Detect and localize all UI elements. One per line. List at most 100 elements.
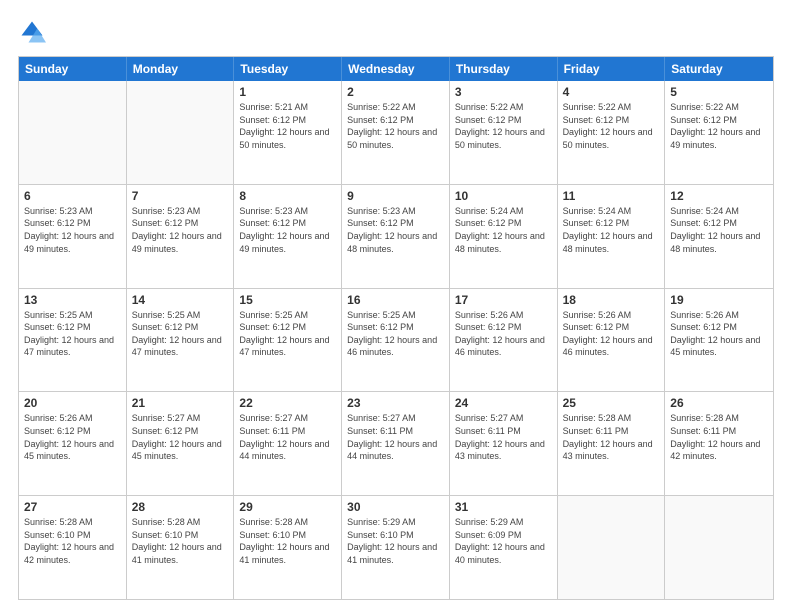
header [18,18,774,46]
day-info: Sunrise: 5:23 AMSunset: 6:12 PMDaylight:… [239,205,336,255]
cal-cell-27: 27 Sunrise: 5:28 AMSunset: 6:10 PMDayligh… [19,496,127,599]
cal-cell-23: 23 Sunrise: 5:27 AMSunset: 6:11 PMDayligh… [342,392,450,495]
day-number: 19 [670,293,768,307]
day-number: 21 [132,396,229,410]
day-info: Sunrise: 5:22 AMSunset: 6:12 PMDaylight:… [455,101,552,151]
cal-cell-empty-00 [19,81,127,184]
day-info: Sunrise: 5:23 AMSunset: 6:12 PMDaylight:… [132,205,229,255]
day-number: 11 [563,189,660,203]
day-info: Sunrise: 5:22 AMSunset: 6:12 PMDaylight:… [347,101,444,151]
cal-cell-21: 21 Sunrise: 5:27 AMSunset: 6:12 PMDayligh… [127,392,235,495]
logo-icon [18,18,46,46]
day-info: Sunrise: 5:26 AMSunset: 6:12 PMDaylight:… [24,412,121,462]
day-number: 7 [132,189,229,203]
day-info: Sunrise: 5:25 AMSunset: 6:12 PMDaylight:… [132,309,229,359]
cal-cell-29: 29 Sunrise: 5:28 AMSunset: 6:10 PMDayligh… [234,496,342,599]
day-number: 2 [347,85,444,99]
cal-cell-18: 18Sunrise: 5:26 AMSunset: 6:12 PMDayligh… [558,289,666,392]
day-info: Sunrise: 5:24 AMSunset: 6:12 PMDaylight:… [455,205,552,255]
day-info: Sunrise: 5:22 AMSunset: 6:12 PMDaylight:… [670,101,768,151]
cal-cell-25: 25 Sunrise: 5:28 AMSunset: 6:11 PMDayligh… [558,392,666,495]
day-info: Sunrise: 5:29 AMSunset: 6:10 PMDaylight:… [347,516,444,566]
day-number: 1 [239,85,336,99]
day-info: Sunrise: 5:25 AMSunset: 6:12 PMDaylight:… [347,309,444,359]
page: SundayMondayTuesdayWednesdayThursdayFrid… [0,0,792,612]
cal-cell-8: 8 Sunrise: 5:23 AMSunset: 6:12 PMDaylight… [234,185,342,288]
cal-cell-31: 31 Sunrise: 5:29 AMSunset: 6:09 PMDayligh… [450,496,558,599]
day-info: Sunrise: 5:23 AMSunset: 6:12 PMDaylight:… [347,205,444,255]
day-info: Sunrise: 5:27 AMSunset: 6:12 PMDaylight:… [132,412,229,462]
day-number: 6 [24,189,121,203]
cal-cell-14: 14 Sunrise: 5:25 AMSunset: 6:12 PMDayligh… [127,289,235,392]
day-info: Sunrise: 5:26 AMSunset: 6:12 PMDaylight:… [670,309,768,359]
cal-cell-11: 11 Sunrise: 5:24 AMSunset: 6:12 PMDayligh… [558,185,666,288]
header-day-friday: Friday [558,57,666,81]
day-info: Sunrise: 5:25 AMSunset: 6:12 PMDaylight:… [239,309,336,359]
day-info: Sunrise: 5:28 AMSunset: 6:10 PMDaylight:… [132,516,229,566]
header-day-monday: Monday [127,57,235,81]
logo [18,18,50,46]
day-number: 10 [455,189,552,203]
day-number: 14 [132,293,229,307]
cal-cell-4: 4Sunrise: 5:22 AMSunset: 6:12 PMDaylight… [558,81,666,184]
day-number: 9 [347,189,444,203]
day-number: 4 [563,85,660,99]
calendar-body: 1 Sunrise: 5:21 AMSunset: 6:12 PMDaylight… [19,81,773,599]
day-number: 30 [347,500,444,514]
cal-cell-5: 5 Sunrise: 5:22 AMSunset: 6:12 PMDaylight… [665,81,773,184]
day-number: 25 [563,396,660,410]
day-number: 23 [347,396,444,410]
day-info: Sunrise: 5:28 AMSunset: 6:10 PMDaylight:… [24,516,121,566]
cal-cell-7: 7 Sunrise: 5:23 AMSunset: 6:12 PMDaylight… [127,185,235,288]
day-number: 31 [455,500,552,514]
cal-cell-12: 12Sunrise: 5:24 AMSunset: 6:12 PMDayligh… [665,185,773,288]
cal-cell-13: 13 Sunrise: 5:25 AMSunset: 6:12 PMDayligh… [19,289,127,392]
cal-cell-empty-46 [665,496,773,599]
day-info: Sunrise: 5:27 AMSunset: 6:11 PMDaylight:… [455,412,552,462]
header-day-sunday: Sunday [19,57,127,81]
day-info: Sunrise: 5:27 AMSunset: 6:11 PMDaylight:… [347,412,444,462]
cal-cell-20: 20 Sunrise: 5:26 AMSunset: 6:12 PMDayligh… [19,392,127,495]
cal-cell-24: 24 Sunrise: 5:27 AMSunset: 6:11 PMDayligh… [450,392,558,495]
cal-cell-1: 1 Sunrise: 5:21 AMSunset: 6:12 PMDaylight… [234,81,342,184]
day-info: Sunrise: 5:26 AMSunset: 6:12 PMDaylight:… [455,309,552,359]
header-day-saturday: Saturday [665,57,773,81]
day-number: 15 [239,293,336,307]
day-number: 27 [24,500,121,514]
day-number: 26 [670,396,768,410]
week-row-4: 20 Sunrise: 5:26 AMSunset: 6:12 PMDayligh… [19,391,773,495]
day-info: Sunrise: 5:27 AMSunset: 6:11 PMDaylight:… [239,412,336,462]
cal-cell-30: 30 Sunrise: 5:29 AMSunset: 6:10 PMDayligh… [342,496,450,599]
day-number: 5 [670,85,768,99]
cal-cell-empty-01 [127,81,235,184]
week-row-3: 13 Sunrise: 5:25 AMSunset: 6:12 PMDayligh… [19,288,773,392]
header-day-tuesday: Tuesday [234,57,342,81]
day-info: Sunrise: 5:28 AMSunset: 6:11 PMDaylight:… [670,412,768,462]
day-number: 16 [347,293,444,307]
cal-cell-3: 3 Sunrise: 5:22 AMSunset: 6:12 PMDaylight… [450,81,558,184]
cal-cell-22: 22 Sunrise: 5:27 AMSunset: 6:11 PMDayligh… [234,392,342,495]
day-info: Sunrise: 5:24 AMSunset: 6:12 PMDaylight:… [670,205,768,255]
day-number: 29 [239,500,336,514]
cal-cell-9: 9 Sunrise: 5:23 AMSunset: 6:12 PMDaylight… [342,185,450,288]
day-number: 18 [563,293,660,307]
day-number: 3 [455,85,552,99]
cal-cell-2: 2 Sunrise: 5:22 AMSunset: 6:12 PMDaylight… [342,81,450,184]
cal-cell-16: 16 Sunrise: 5:25 AMSunset: 6:12 PMDayligh… [342,289,450,392]
day-number: 8 [239,189,336,203]
header-day-thursday: Thursday [450,57,558,81]
day-info: Sunrise: 5:21 AMSunset: 6:12 PMDaylight:… [239,101,336,151]
day-info: Sunrise: 5:29 AMSunset: 6:09 PMDaylight:… [455,516,552,566]
day-info: Sunrise: 5:25 AMSunset: 6:12 PMDaylight:… [24,309,121,359]
day-info: Sunrise: 5:24 AMSunset: 6:12 PMDaylight:… [563,205,660,255]
week-row-1: 1 Sunrise: 5:21 AMSunset: 6:12 PMDaylight… [19,81,773,184]
day-info: Sunrise: 5:23 AMSunset: 6:12 PMDaylight:… [24,205,121,255]
day-info: Sunrise: 5:28 AMSunset: 6:11 PMDaylight:… [563,412,660,462]
day-number: 13 [24,293,121,307]
day-number: 22 [239,396,336,410]
day-info: Sunrise: 5:28 AMSunset: 6:10 PMDaylight:… [239,516,336,566]
cal-cell-10: 10 Sunrise: 5:24 AMSunset: 6:12 PMDayligh… [450,185,558,288]
day-number: 24 [455,396,552,410]
day-number: 20 [24,396,121,410]
cal-cell-empty-45 [558,496,666,599]
